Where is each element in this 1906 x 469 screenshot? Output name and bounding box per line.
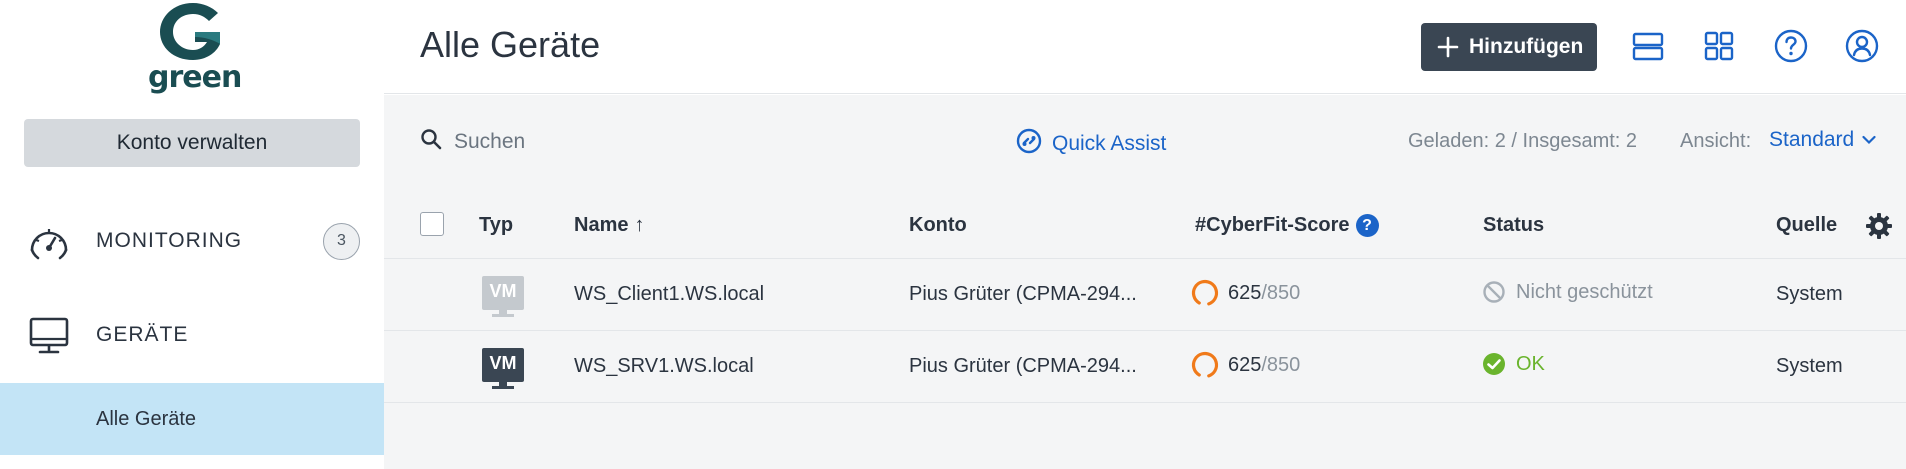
user-account-icon[interactable] [1843, 27, 1881, 65]
column-header-source[interactable]: Quelle [1776, 214, 1837, 237]
brand-logo[interactable]: green [148, 0, 242, 95]
status-badge: OK [1482, 352, 1545, 376]
status-text: Nicht geschützt [1516, 280, 1653, 303]
device-source: System [1776, 283, 1843, 305]
notification-count-badge: 3 [323, 222, 360, 260]
table-row[interactable]: VM WS_Client1.WS.local Pius Grüter (CPMA… [384, 260, 1906, 331]
check-circle-icon [1482, 352, 1506, 376]
status-text: OK [1516, 352, 1545, 375]
add-device-button[interactable]: Hinzufügen [1421, 23, 1597, 71]
select-all-checkbox[interactable] [420, 212, 444, 236]
sidebar-subitem-all-devices[interactable]: Alle Geräte [0, 383, 384, 455]
score-max: /850 [1261, 281, 1301, 304]
column-header-status[interactable]: Status [1483, 214, 1544, 237]
manage-account-button[interactable]: Konto verwalten [24, 119, 360, 167]
quick-assist-link[interactable]: Quick Assist [1016, 128, 1166, 159]
column-header-name-label: Name [574, 214, 629, 236]
gear-icon[interactable] [1864, 211, 1894, 241]
view-label: Ansicht: [1680, 130, 1752, 152]
toolbar: Suchen Quick Assist Geladen: 2 / Insgesa… [384, 95, 1906, 191]
search-input[interactable]: Suchen [420, 128, 525, 155]
speedometer-icon [24, 216, 74, 266]
main-content: Suchen Quick Assist Geladen: 2 / Insgesa… [384, 95, 1906, 469]
device-name[interactable]: WS_Client1.WS.local [574, 283, 764, 306]
score-value: 625 [1228, 281, 1262, 304]
help-icon[interactable]: ? [1355, 214, 1379, 237]
table-row[interactable]: VM WS_SRV1.WS.local Pius Grüter (CPMA-29… [384, 332, 1906, 403]
page-header: Alle Geräte Hinzufügen [384, 0, 1906, 94]
sidebar-subitem-label: Alle Geräte [96, 407, 197, 430]
sort-ascending-icon: ↑ [634, 214, 645, 236]
loaded-count: Geladen: 2 / Insgesamt: 2 [1408, 130, 1638, 152]
vm-type-label: VM [489, 353, 517, 373]
vm-active-icon: VM [480, 346, 526, 392]
monitor-icon [24, 310, 74, 360]
add-button-label: Hinzufügen [1469, 35, 1584, 58]
chevron-down-icon [1862, 132, 1878, 148]
vm-type-label: VM [489, 281, 517, 301]
grid-view-icon[interactable] [1700, 27, 1738, 65]
score-max: /850 [1261, 353, 1301, 376]
view-select[interactable]: Standard [1769, 128, 1878, 152]
score-ring-icon [1191, 351, 1219, 379]
search-icon [420, 128, 442, 155]
not-protected-icon [1482, 280, 1506, 304]
device-name[interactable]: WS_SRV1.WS.local [574, 355, 754, 378]
quick-assist-label: Quick Assist [1052, 131, 1167, 155]
column-header-account[interactable]: Konto [909, 214, 967, 237]
column-header-cyberfit-score[interactable]: #CyberFit-Score ? [1195, 214, 1379, 237]
cyberfit-score: 625/850 [1190, 350, 1300, 380]
help-icon[interactable] [1772, 27, 1810, 65]
view-select-value: Standard [1769, 128, 1855, 151]
column-header-name[interactable]: Name ↑ [574, 214, 644, 237]
logo-mark-icon [160, 3, 220, 60]
logo-wordmark: green [148, 60, 242, 95]
sidebar-item-monitoring[interactable]: MONITORING 3 [0, 205, 384, 277]
vm-inactive-icon: VM [480, 274, 526, 320]
column-header-score-label: #CyberFit-Score [1195, 214, 1350, 236]
sidebar-item-label: GERÄTE [96, 323, 189, 346]
device-source: System [1776, 355, 1843, 377]
device-account: Pius Grüter (CPMA-294... [909, 283, 1137, 305]
list-view-icon[interactable] [1629, 27, 1667, 65]
status-badge: Nicht geschützt [1482, 280, 1653, 304]
sidebar: green Konto verwalten MONITORING 3 GERÄT… [0, 0, 384, 469]
sidebar-item-label: MONITORING [96, 229, 243, 252]
search-placeholder: Suchen [454, 129, 526, 153]
plus-icon [1435, 34, 1461, 60]
device-account: Pius Grüter (CPMA-294... [909, 355, 1137, 377]
cyberfit-score: 625/850 [1190, 278, 1300, 308]
table-header: Typ Name ↑ Konto #CyberFit-Score ? Statu… [384, 191, 1906, 259]
score-ring-icon [1191, 279, 1219, 307]
score-value: 625 [1228, 353, 1262, 376]
column-header-type[interactable]: Typ [479, 214, 513, 237]
page-title: Alle Geräte [420, 24, 601, 65]
quick-assist-icon [1016, 128, 1042, 159]
sidebar-item-devices[interactable]: GERÄTE [0, 299, 384, 371]
